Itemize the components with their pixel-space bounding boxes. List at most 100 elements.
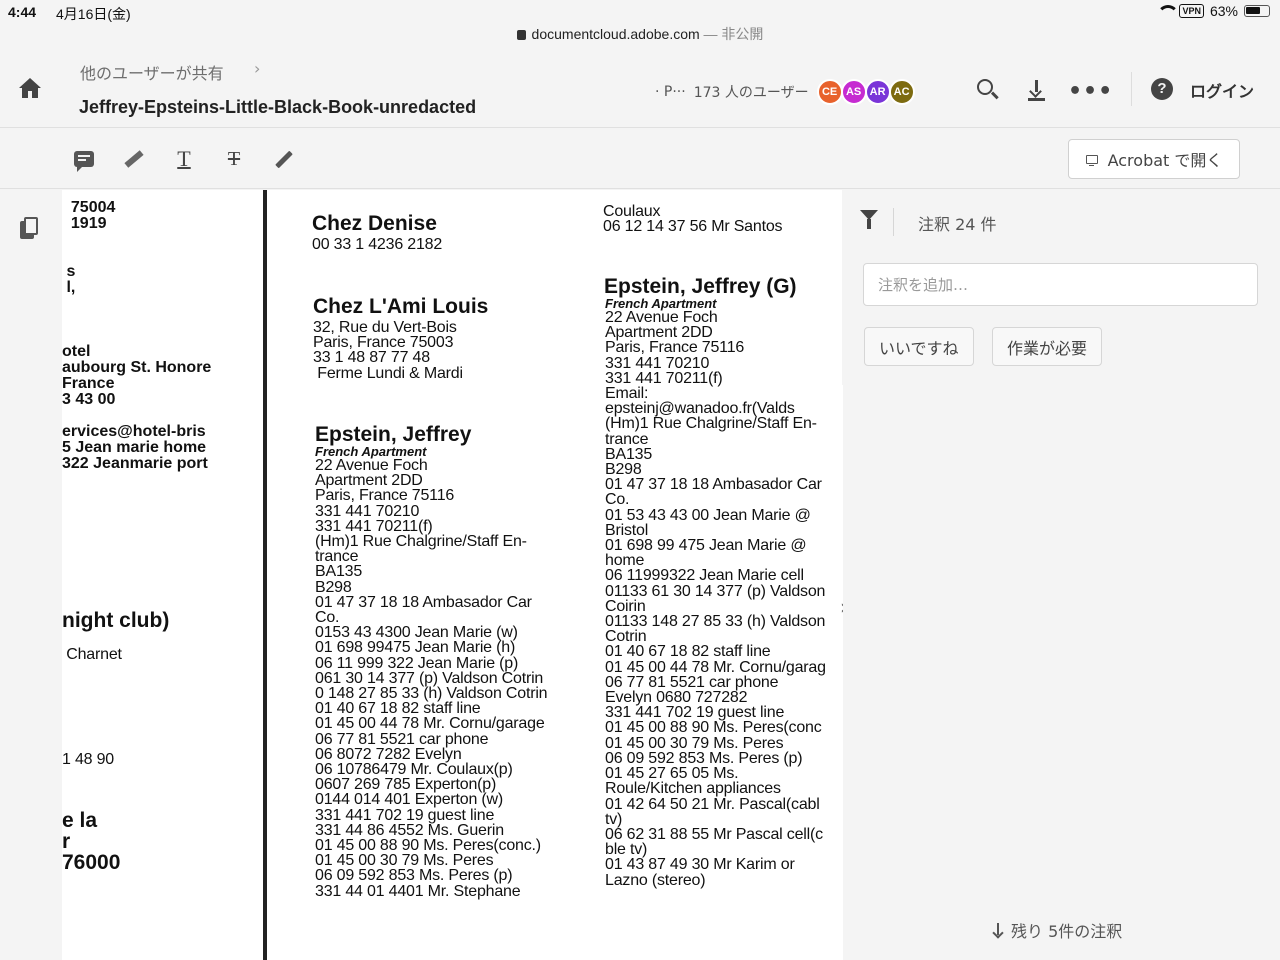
avatar[interactable]: AR	[864, 79, 891, 105]
download-icon[interactable]	[1025, 78, 1049, 102]
entry-line: Co.	[605, 491, 630, 509]
entry-line: 01 45 00 44 78 Mr. Cornu/garag	[605, 658, 826, 676]
entry-line: trance	[605, 430, 649, 448]
entry-line: 331 441 702 19 guest line	[315, 806, 495, 824]
avatar[interactable]: AC	[888, 79, 915, 105]
entry-line: 06 10786479 Mr. Coulaux(p)	[315, 761, 513, 779]
search-icon[interactable]	[976, 78, 1000, 102]
scan-left-heading: night club)	[62, 609, 170, 632]
entry-line: (Hm)1 Rue Chalgrine/Staff En-	[315, 533, 527, 551]
avatar[interactable]: AS	[840, 79, 867, 105]
entry-line: 331 441 70211(f)	[315, 517, 433, 535]
status-time: 4:44	[8, 4, 37, 20]
entry-line: Apartment 2DD	[315, 472, 423, 490]
page-thumbnails-icon[interactable]	[20, 217, 38, 239]
entry-line: 01133 148 27 85 33 (h) Valdson	[605, 613, 826, 631]
add-comment-tool[interactable]	[72, 147, 96, 172]
login-button[interactable]: ログイン	[1190, 78, 1254, 102]
battery-icon	[1244, 5, 1270, 17]
entry-line: B298	[315, 578, 352, 596]
monitor-icon	[1085, 154, 1098, 166]
pencil-icon	[275, 150, 293, 168]
filter-icon[interactable]	[860, 210, 878, 229]
home-icon[interactable]	[18, 78, 42, 100]
entry-line: 01 45 00 30 79 Ms. Peres	[315, 852, 494, 870]
entry-line: 06 77 81 5521 car phone	[605, 673, 779, 691]
entry-line: 01 45 00 88 90 Ms. Peres(conc.)	[315, 837, 541, 855]
highlight-tool[interactable]	[122, 147, 146, 171]
strikethrough-tool[interactable]: T	[222, 147, 246, 171]
entry-line: Bristol	[605, 521, 649, 539]
entry-line: Coirin	[605, 597, 646, 615]
status-date: 4月16日(金)	[56, 6, 131, 22]
lock-icon	[516, 30, 526, 40]
comments-panel: 注釈 24 件 いいですね 作業が必要 残り 5件の注釈	[843, 190, 1280, 960]
comments-count: 注釈 24 件	[918, 215, 997, 234]
entry-line: 01133 61 30 14 377 (p) Valdson	[605, 582, 826, 600]
entry-line: 33 1 48 87 77 48	[313, 349, 430, 367]
entry-line: 01 47 37 18 18 Ambasador Car	[315, 593, 532, 611]
entry-lines: Coulaux 06 12 14 37 56 Mr Santos	[603, 203, 783, 236]
header-divider	[1131, 72, 1132, 106]
more-options-icon[interactable]: •••	[1068, 80, 1112, 104]
comment-icon	[74, 151, 94, 172]
status-indicators: VPN 63%	[1157, 3, 1270, 19]
entry-line: tv)	[605, 810, 623, 828]
entry-line: 01 45 00 88 90 Ms. Peres(conc	[605, 719, 822, 737]
entry-line: (Hm)1 Rue Chalgrine/Staff En-	[605, 415, 817, 433]
entry-line: 01 698 99475 Jean Marie (h)	[315, 639, 516, 657]
remaining-comments-label: 残り 5件の注釈	[1011, 922, 1123, 941]
help-icon[interactable]: ?	[1151, 78, 1173, 100]
shared-users[interactable]: · P··· 173 人のユーザー CE AS AR AC	[655, 79, 915, 105]
entry-line: 331 441 702 19 guest line	[605, 704, 785, 722]
document-viewer[interactable]: 75004 1919 s l, otel aubourg St. Honore …	[62, 190, 842, 960]
entry-line: 06 09 592 853 Ms. Peres (p)	[315, 867, 513, 885]
add-comment-input[interactable]	[863, 263, 1258, 306]
scan-left-text: Charnet	[62, 646, 122, 663]
entry-lines: 22 Avenue Foch Apartment 2DD Paris, France…	[605, 309, 826, 888]
entry-line: 06 12 14 37 56 Mr Santos	[603, 218, 783, 236]
entry-heading: Epstein, Jeffrey	[315, 423, 472, 446]
entry-line: 0607 269 785 Experton(p)	[315, 776, 497, 794]
entry-line: 01 42 64 50 21 Mr. Pascal(cabl	[605, 795, 820, 813]
entry-line: 01 698 99 475 Jean Marie @	[605, 537, 807, 555]
entry-heading: Chez Denise	[312, 212, 437, 235]
like-chip[interactable]: いいですね	[864, 327, 974, 366]
battery-percent: 63%	[1209, 3, 1238, 19]
annotation-toolbar: T T Acrobat で開く	[0, 129, 1280, 189]
scan-left-address: e la r 76000	[62, 809, 121, 874]
draw-tool[interactable]	[272, 147, 296, 171]
entry-line: 00 33 1 4236 2182	[312, 236, 443, 253]
underline-text-tool[interactable]: T	[172, 147, 196, 171]
entry-lines: 22 Avenue Foch Apartment 2DD Paris, France…	[315, 457, 548, 900]
entry-line: Co.	[315, 609, 340, 627]
entry-line: 331 441 70210	[315, 502, 420, 520]
ios-status-bar: 4:44 4月16日(金) documentcloud.adobe.com — …	[0, 0, 1280, 50]
vpn-badge: VPN	[1179, 4, 1204, 18]
entry-line: 22 Avenue Foch	[315, 457, 428, 474]
entry-line: 06 11 999 322 Jean Marie (p)	[315, 654, 519, 672]
strikethrough-icon: T	[227, 147, 241, 170]
needs-work-chip[interactable]: 作業が必要	[992, 327, 1103, 366]
open-in-acrobat-button[interactable]: Acrobat で開く	[1068, 139, 1240, 179]
scan-left-number: 1 48 90	[62, 751, 114, 768]
app-header: 他のユーザーが共有 › Jeffrey-Epsteins-Little-Blac…	[0, 50, 1280, 128]
url-bar[interactable]: documentcloud.adobe.com — 非公開	[0, 24, 1280, 44]
privacy-text: — 非公開	[699, 26, 764, 42]
entry-line: 06 77 81 5521 car phone	[315, 730, 489, 748]
breadcrumb[interactable]: 他のユーザーが共有	[80, 60, 224, 84]
entry-line: Apartment 2DD	[605, 324, 713, 342]
highlighter-icon	[124, 150, 144, 168]
entry-line: Ferme Lundi & Mardi	[313, 364, 463, 382]
remaining-comments[interactable]: 残り 5件の注釈	[993, 918, 1122, 942]
avatar-group[interactable]: CE AS AR AC	[816, 79, 915, 105]
entry-line: ble tv)	[605, 841, 648, 859]
document-title: Jeffrey-Epsteins-Little-Black-Book-unred…	[79, 97, 477, 117]
entry-line: 06 62 31 88 55 Mr Pascal cell(c	[605, 825, 823, 843]
entry-line: 01 40 67 18 82 staff line	[605, 643, 771, 661]
entry-line: 01 45 27 65 05 Ms.	[605, 765, 739, 783]
entry-line: Email:	[605, 385, 649, 403]
avatar[interactable]: CE	[816, 79, 843, 105]
url-text: documentcloud.adobe.com	[531, 26, 700, 42]
entry-line: 331 44 01 4401 Mr. Stephane	[315, 882, 521, 900]
